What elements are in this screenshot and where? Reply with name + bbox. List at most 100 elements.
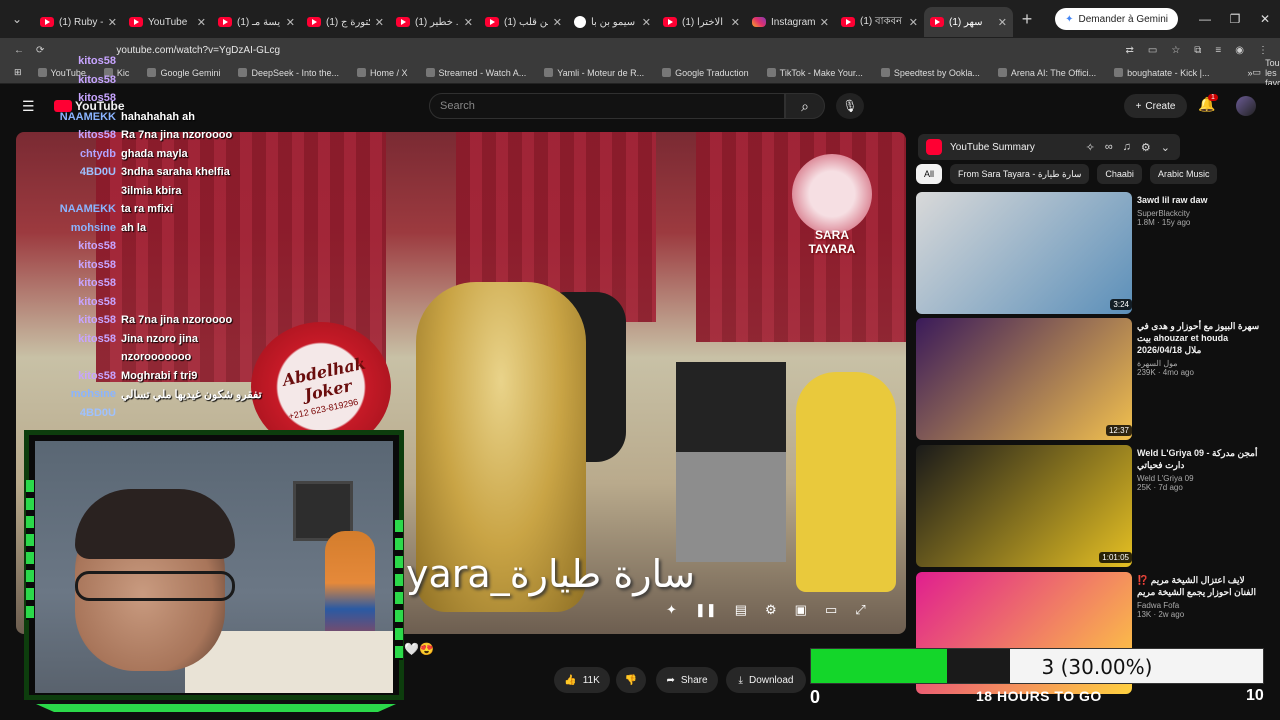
bookmark-star-icon[interactable]: ☆ — [1171, 45, 1180, 56]
more-menu-icon[interactable]: ⋮ — [1258, 45, 1268, 56]
new-tab-button[interactable]: + — [1013, 9, 1041, 30]
recommended-video[interactable]: 3:24 3awd lil raw daw SuperBlackcity 1.8M ·… — [916, 192, 1260, 314]
bookmark-item[interactable]: Speedtest by Ookla... — [880, 68, 980, 78]
filter-chip[interactable]: From Sara Tayara - سارة طيارة — [950, 164, 1090, 184]
extensions-icon[interactable]: ⧉ — [1194, 45, 1201, 56]
cast-player-icon[interactable]: ▭ — [825, 602, 837, 618]
tab-search-button[interactable]: ⌄ — [0, 0, 34, 38]
video-title[interactable]: لايف اعتزال الشيخة مريم ⁉️ الفنان احوزار… — [1137, 574, 1262, 598]
close-tab-icon[interactable]: ✕ — [731, 16, 740, 29]
tab-10[interactable]: (1) سهر ✕ — [924, 7, 1013, 37]
channel-name[interactable]: SuperBlackcity — [1137, 209, 1262, 218]
filter-chip[interactable]: Chaabi — [1097, 164, 1142, 184]
maximize-button[interactable]: ❐ — [1220, 12, 1250, 26]
video-thumbnail[interactable] — [916, 192, 1132, 314]
close-tab-icon[interactable]: ✕ — [375, 16, 384, 29]
close-tab-icon[interactable]: ✕ — [286, 16, 295, 29]
subtitles-icon[interactable]: ▤ — [735, 602, 747, 618]
video-title[interactable]: 3awd lil raw daw — [1137, 194, 1262, 206]
bookmark-item[interactable]: TikTok - Make Your... — [766, 68, 863, 78]
minimize-button[interactable]: — — [1190, 12, 1220, 26]
pause-icon[interactable]: ❚❚ — [695, 602, 717, 618]
mic-icon: 🎙 — [842, 99, 858, 113]
tab-9[interactable]: (1) বাকবন ফিট ✕ — [835, 7, 924, 37]
youtube-icon — [40, 17, 54, 27]
channel-name[interactable]: Weld L'Griya 09 — [1137, 474, 1262, 483]
audio-wave-icon[interactable]: ♫ — [1123, 141, 1131, 154]
share-button[interactable]: ➦ Share — [656, 667, 718, 693]
search-input[interactable]: Search — [429, 93, 785, 119]
translate-icon[interactable]: ⇄ — [1125, 45, 1133, 56]
like-button[interactable]: 👍 11K — [554, 667, 610, 693]
download-button[interactable]: ⤓ Download — [726, 667, 806, 693]
sparkle-icon[interactable]: ✦ — [666, 602, 677, 618]
youtube-summary-bar[interactable]: YouTube Summary ✧ ∞ ♫ ⚙ ⌄ — [918, 134, 1180, 160]
close-tab-icon[interactable]: ✕ — [642, 16, 651, 29]
video-meta: 13K · 2w ago — [1137, 610, 1185, 619]
chat-message: 4BD0U — [20, 404, 320, 423]
bookmark-item[interactable]: Google Traduction — [662, 68, 749, 78]
tab-1[interactable]: YouTube ✕ — [123, 7, 212, 37]
video-title[interactable]: سهرة البيوز مع أحوزار و هدى في بيت ahouz… — [1137, 320, 1262, 356]
dislike-button[interactable]: 👎 — [616, 667, 646, 693]
youtube-icon — [307, 17, 321, 27]
goal-progress-label: 3 (30.00%) — [1041, 655, 1153, 679]
gemini-button[interactable]: ✦ Demander à Gemini — [1055, 8, 1178, 30]
channel-name[interactable]: مول السهرة — [1137, 359, 1262, 368]
bookmark-item[interactable]: Arena AI: The Offici... — [997, 68, 1096, 78]
summary-settings-icon[interactable]: ⚙ — [1141, 141, 1151, 154]
bookmark-favicon-icon — [357, 68, 367, 77]
tab-4[interactable]: (1) خطير ... ✕ — [390, 7, 479, 37]
seated-man — [676, 362, 786, 562]
close-tab-icon[interactable]: ✕ — [464, 16, 473, 29]
tab-2[interactable]: (1) مايسة مـ ✕ — [212, 7, 301, 37]
tab-6[interactable]: سيمو بن با ✕ — [568, 7, 657, 37]
bookmark-item[interactable]: Yamli - Moteur de R... — [544, 68, 644, 78]
video-thumbnail[interactable] — [916, 445, 1132, 567]
close-tab-icon[interactable]: ✕ — [108, 16, 117, 29]
sparkle-summary-icon[interactable]: ✧ — [1086, 141, 1095, 154]
miniplayer-icon[interactable]: ▣ — [795, 602, 807, 618]
close-tab-icon[interactable]: ✕ — [909, 16, 918, 29]
recommended-video[interactable]: 12:37 سهرة البيوز مع أحوزار و هدى في بيت … — [916, 318, 1260, 440]
tab-5[interactable]: (1) من قلب ✕ — [479, 7, 568, 37]
search-button[interactable]: ⌕ — [785, 93, 825, 119]
chat-text: 3ilmia kbira — [121, 184, 182, 197]
create-button[interactable]: + Create — [1124, 94, 1187, 118]
media-icon[interactable]: ≡ — [1215, 45, 1221, 56]
recommended-video[interactable]: 1:01:05 Weld L'Griya 09 - أمجن مدركة دارت… — [916, 445, 1260, 567]
tab-7[interactable]: (1) الاخترا ✕ — [657, 7, 746, 37]
chat-message: kitos58 — [20, 89, 320, 108]
bookmark-favicon-icon — [544, 68, 554, 77]
glasses-icon[interactable]: ∞ — [1105, 141, 1113, 154]
video-thumbnail[interactable] — [916, 318, 1132, 440]
close-window-button[interactable]: ✕ — [1250, 12, 1280, 26]
tab-title: (1) خطير ... — [415, 16, 459, 28]
bookmark-item[interactable]: Streamed - Watch A... — [425, 68, 526, 78]
tab-0[interactable]: (1) Ruby - ه ✕ — [34, 7, 123, 37]
tab-3[interactable]: (1) دكتورة ج ✕ — [301, 7, 390, 37]
streamer-webcam — [24, 430, 404, 700]
filter-chip[interactable]: All — [916, 164, 943, 184]
video-info: لايف اعتزال الشيخة مريم ⁉️ الفنان احوزار… — [1137, 574, 1262, 619]
cast-icon[interactable]: ▭ — [1148, 45, 1157, 56]
close-tab-icon[interactable]: ✕ — [197, 16, 206, 29]
channel-name[interactable]: Fadwa Fofa — [1137, 601, 1262, 610]
chevron-down-icon[interactable]: ⌄ — [1161, 141, 1170, 154]
close-tab-icon[interactable]: ✕ — [553, 16, 562, 29]
close-tab-icon[interactable]: ✕ — [820, 16, 829, 29]
fullscreen-icon[interactable]: ⤢ — [855, 602, 865, 618]
bookmark-item[interactable]: boughatate - Kick |... — [1114, 68, 1210, 78]
settings-icon[interactable]: ⚙ — [765, 602, 777, 618]
all-bookmarks-button[interactable]: ▭ Tous les favoris — [1253, 58, 1280, 88]
close-tab-icon[interactable]: ✕ — [998, 16, 1007, 29]
voice-search-button[interactable]: 🎙 — [836, 93, 864, 119]
tab-8[interactable]: Instagram ✕ — [746, 7, 835, 37]
filter-chip[interactable]: Arabic Music — [1149, 164, 1218, 184]
youtube-icon — [129, 17, 143, 27]
avatar[interactable] — [1236, 96, 1256, 116]
chat-message: NAAMEKK ta ra mfixi — [20, 200, 320, 219]
video-title[interactable]: Weld L'Griya 09 - أمجن مدركة دارت فحياتي — [1137, 447, 1262, 471]
bookmark-item[interactable]: Home / X — [357, 68, 408, 78]
profile-icon[interactable]: ◉ — [1235, 45, 1244, 56]
